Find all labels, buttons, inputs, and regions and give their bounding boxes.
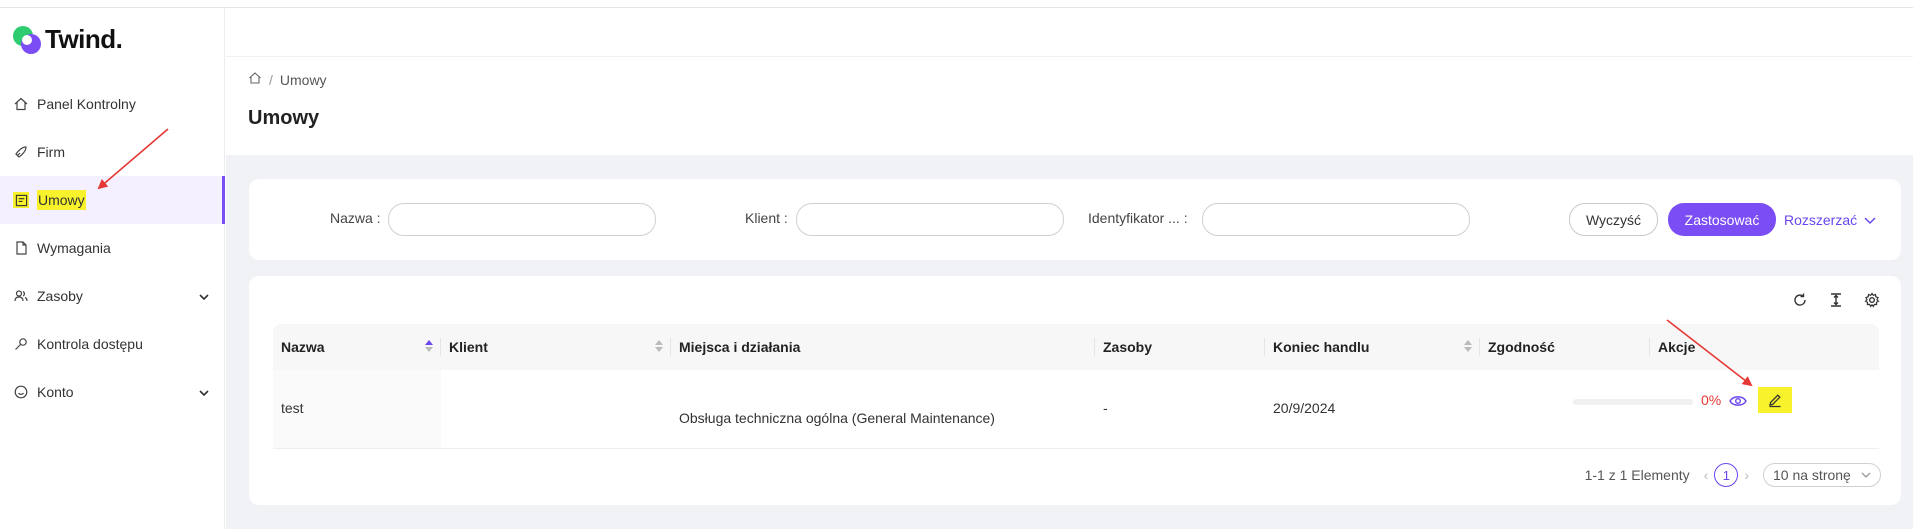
sidebar-item-label: Kontrola dostępu — [37, 336, 143, 352]
sidebar-nav: Panel Kontrolny Firm Umowy Wymagania Zas… — [0, 80, 225, 416]
page-header: / Umowy Umowy — [226, 57, 1913, 155]
contract-icon — [13, 192, 29, 208]
sort-icon[interactable] — [655, 340, 663, 352]
users-icon — [13, 288, 29, 304]
key-icon — [13, 336, 29, 352]
sidebar-item-label: Firm — [37, 144, 65, 160]
page-button-current[interactable]: 1 — [1714, 463, 1739, 487]
pagination-summary: 1-1 z 1 Elementy — [1584, 467, 1690, 483]
clear-button[interactable]: Wyczyść — [1569, 203, 1658, 236]
sidebar-item-zasoby[interactable]: Zasoby — [0, 272, 225, 320]
file-icon — [13, 240, 29, 256]
compliance-percent: 0% — [1701, 392, 1722, 408]
logo-text: Twind. — [45, 24, 123, 54]
sort-icon[interactable] — [425, 340, 433, 352]
sort-icon[interactable] — [1464, 340, 1472, 352]
page-size-label: 10 na stronę — [1773, 467, 1851, 483]
client-filter-input[interactable] — [796, 203, 1064, 236]
column-header-places: Miejsca i działania — [671, 324, 1095, 370]
column-height-icon[interactable] — [1827, 291, 1845, 309]
page-title: Umowy — [248, 107, 320, 129]
expand-label: Rozszerzać — [1784, 211, 1858, 228]
name-filter-label: Nazwa : — [330, 210, 381, 226]
pagination: 1-1 z 1 Elementy ‹ 1 › 10 na stronę — [1585, 463, 1881, 487]
expand-button[interactable]: Rozszerzać — [1784, 203, 1884, 236]
sidebar-item-label: Konto — [37, 384, 74, 400]
reload-icon[interactable] — [1791, 291, 1809, 309]
sidebar-item-umowy[interactable]: Umowy — [0, 176, 225, 224]
column-label: Miejsca i działania — [679, 339, 801, 355]
contracts-table-card: Nazwa Klient Miejsca i działania Zasoby … — [249, 276, 1901, 505]
column-label: Zgodność — [1488, 339, 1555, 355]
chevron-down-icon — [1864, 215, 1876, 225]
breadcrumb-separator: / — [269, 71, 273, 88]
chevron-down-icon[interactable] — [199, 385, 209, 401]
table-row[interactable]: test Obsługa techniczna ogólna (General … — [273, 370, 1879, 449]
sidebar-item-label: Umowy — [37, 190, 86, 210]
id-filter-input[interactable] — [1202, 203, 1470, 236]
column-label: Koniec handlu — [1273, 339, 1370, 355]
cell-trade-end: 20/9/2024 — [1273, 400, 1336, 416]
cell-name: test — [281, 400, 304, 416]
next-page-icon[interactable]: › — [1744, 467, 1749, 483]
client-filter-label: Klient : — [745, 210, 788, 226]
sidebar-item-label: Panel Kontrolny — [37, 96, 136, 112]
chevron-down-icon[interactable] — [199, 289, 209, 305]
filter-panel: Nazwa : Klient : Identyfikator ... : Wyc… — [249, 179, 1901, 260]
column-header-compliance: Zgodność — [1480, 324, 1650, 370]
sidebar-item-kontrola-dostepu[interactable]: Kontrola dostępu — [0, 320, 225, 368]
column-label: Klient — [449, 339, 488, 355]
breadcrumb-current: Umowy — [279, 71, 327, 88]
top-bar — [226, 8, 1913, 57]
prev-page-icon[interactable]: ‹ — [1704, 467, 1709, 483]
sidebar-item-wymagania[interactable]: Wymagania — [0, 224, 225, 272]
home-icon[interactable] — [248, 71, 262, 88]
column-label: Akcje — [1658, 339, 1696, 355]
column-label: Nazwa — [281, 339, 325, 355]
sidebar-item-label: Wymagania — [37, 240, 111, 256]
logo[interactable]: Twind. — [12, 24, 123, 55]
table-toolbar — [1791, 291, 1881, 309]
column-header-name[interactable]: Nazwa — [273, 324, 441, 370]
cell-resources: - — [1103, 400, 1108, 416]
rocket-icon — [13, 144, 29, 160]
column-header-resources: Zasoby — [1095, 324, 1265, 370]
breadcrumb: / Umowy — [248, 71, 327, 88]
page-size-select[interactable]: 10 na stronę — [1763, 463, 1881, 487]
edit-icon[interactable] — [1758, 387, 1792, 413]
settings-icon[interactable] — [1863, 291, 1881, 309]
eye-icon[interactable] — [1729, 394, 1747, 413]
cell-places: Obsługa techniczna ogólna (General Maint… — [679, 410, 995, 426]
column-header-client[interactable]: Klient — [441, 324, 671, 370]
apply-button[interactable]: Zastosować — [1668, 203, 1776, 236]
column-label: Zasoby — [1103, 339, 1153, 355]
smile-icon — [13, 384, 29, 400]
column-header-actions: Akcje — [1650, 324, 1879, 370]
sidebar: Twind. Panel Kontrolny Firm Umowy Wymaga… — [0, 8, 225, 529]
logo-icon — [12, 25, 42, 55]
name-filter-input[interactable] — [388, 203, 656, 236]
id-filter-label: Identyfikator ... : — [1088, 210, 1188, 226]
sidebar-item-konto[interactable]: Konto — [0, 368, 225, 416]
column-header-trade-end[interactable]: Koniec handlu — [1265, 324, 1480, 370]
sidebar-item-panel-kontrolny[interactable]: Panel Kontrolny — [0, 80, 225, 128]
table-header: Nazwa Klient Miejsca i działania Zasoby … — [273, 324, 1879, 370]
sidebar-item-label: Zasoby — [37, 288, 83, 304]
home-icon — [13, 96, 29, 112]
sidebar-item-firm[interactable]: Firm — [0, 128, 225, 176]
compliance-progress — [1573, 399, 1693, 405]
